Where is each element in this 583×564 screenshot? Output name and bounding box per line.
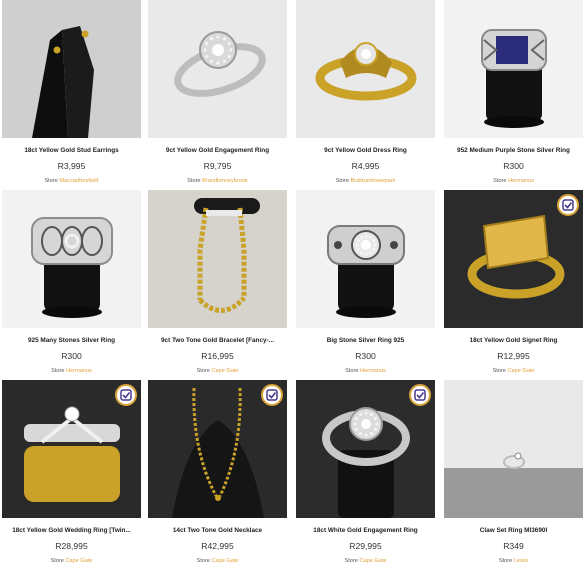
store-link[interactable]: Brandtonneybrook <box>202 178 248 184</box>
product-price: R349 <box>503 541 524 551</box>
product-card[interactable]: Claw Set Ring MI3690I R349 Store Lewis <box>444 380 583 564</box>
product-card[interactable]: 9ct Yellow Gold Engagement Ring R9,795 S… <box>148 0 287 184</box>
store-link[interactable]: Cape Gate <box>211 558 238 564</box>
store-link[interactable]: Hermanus <box>508 178 534 184</box>
product-price: R42,995 <box>201 541 234 551</box>
engagement-ring-icon <box>148 0 287 138</box>
product-price: R12,995 <box>497 351 530 361</box>
product-price: R29,995 <box>349 541 382 551</box>
product-store: Store Hermanus <box>296 368 435 374</box>
product-store: Store Cape Gate <box>148 368 287 374</box>
product-store: Store Brandtonneybrook <box>148 178 287 184</box>
store-link[interactable]: Cape Gate <box>65 558 92 564</box>
store-label: Store <box>493 178 509 184</box>
claw-set-ring-icon <box>444 380 583 518</box>
product-price: R16,995 <box>201 351 234 361</box>
product-title[interactable]: 18ct Yellow Gold Signet Ring <box>444 337 583 344</box>
product-title[interactable]: 9ct Yellow Gold Engagement Ring <box>148 147 287 154</box>
product-image[interactable] <box>444 0 583 138</box>
product-image[interactable] <box>444 380 583 518</box>
product-price: R9,795 <box>203 161 232 171</box>
store-link[interactable]: Hermanus <box>66 368 92 374</box>
store-link[interactable]: Cape Gate <box>507 368 534 374</box>
product-image[interactable] <box>148 190 287 328</box>
product-store: Store Lewis <box>444 558 583 564</box>
product-store: Store Cape Gate <box>296 558 435 564</box>
store-label: Store <box>196 558 212 564</box>
product-image[interactable] <box>2 0 141 138</box>
product-card[interactable]: 925 Many Stones Silver Ring R300 Store H… <box>2 190 141 374</box>
product-image[interactable] <box>148 0 287 138</box>
product-title[interactable]: 9ct Two Tone Gold Bracelet [Fancy-... <box>148 337 287 344</box>
store-label: Store <box>187 178 203 184</box>
product-image[interactable] <box>444 190 583 328</box>
product-card[interactable]: 9ct Two Tone Gold Bracelet [Fancy-... R1… <box>148 190 287 374</box>
product-image[interactable] <box>296 0 435 138</box>
product-title[interactable]: 14ct Two Tone Gold Necklace <box>148 527 287 534</box>
store-label: Store <box>498 558 514 564</box>
product-card[interactable]: 18ct Yellow Gold Wedding Ring [Twin... R… <box>2 380 141 564</box>
product-image[interactable] <box>2 380 141 518</box>
store-label: Store <box>44 178 60 184</box>
product-card[interactable]: 9ct Yellow Gold Dress Ring R4,995 Store … <box>296 0 435 184</box>
store-label: Store <box>196 368 212 374</box>
product-grid: 18ct Yellow Gold Stud Earrings R3,995 St… <box>0 0 583 564</box>
bracelet-icon <box>148 190 287 328</box>
store-label: Store <box>51 368 67 374</box>
product-title[interactable]: 952 Medium Purple Stone Silver Ring <box>444 147 583 154</box>
product-price: R4,995 <box>351 161 380 171</box>
product-store: Store Cape Gate <box>444 368 583 374</box>
dress-ring-icon <box>296 0 435 138</box>
store-link[interactable]: Hermanus <box>360 368 386 374</box>
product-title[interactable]: 18ct Yellow Gold Wedding Ring [Twin... <box>2 527 141 534</box>
big-stone-ring-icon <box>296 190 435 328</box>
store-link[interactable]: Brakbanknewpark <box>351 178 396 184</box>
store-link[interactable]: Cape Gate <box>359 558 386 564</box>
product-store: Store Maccarthesfield <box>2 178 141 184</box>
product-price: R300 <box>61 351 82 361</box>
product-card[interactable]: 18ct White Gold Engagement Ring R29,995 … <box>296 380 435 564</box>
product-image[interactable] <box>2 190 141 328</box>
verified-badge-icon <box>115 384 137 406</box>
product-card[interactable]: Big Stone Silver Ring 925 R300 Store Her… <box>296 190 435 374</box>
stud-earrings-icon <box>2 0 141 138</box>
product-card[interactable]: 18ct Yellow Gold Signet Ring R12,995 Sto… <box>444 190 583 374</box>
product-price: R300 <box>503 161 524 171</box>
product-title[interactable]: 925 Many Stones Silver Ring <box>2 337 141 344</box>
store-link[interactable]: Lewis <box>514 558 528 564</box>
product-title[interactable]: 18ct White Gold Engagement Ring <box>296 527 435 534</box>
product-store: Store Cape Gate <box>2 558 141 564</box>
product-price: R28,995 <box>55 541 88 551</box>
purple-stone-ring-icon <box>444 0 583 138</box>
verified-badge-icon <box>261 384 283 406</box>
product-card[interactable]: 14ct Two Tone Gold Necklace R42,995 Stor… <box>148 380 287 564</box>
product-store: Store Brakbanknewpark <box>296 178 435 184</box>
product-store: Store Hermanus <box>2 368 141 374</box>
product-price: R3,995 <box>57 161 86 171</box>
store-label: Store <box>335 178 351 184</box>
silver-ring-icon <box>2 190 141 328</box>
store-link[interactable]: Cape Gate <box>211 368 238 374</box>
product-title[interactable]: Big Stone Silver Ring 925 <box>296 337 435 344</box>
verified-badge-icon <box>409 384 431 406</box>
store-label: Store <box>50 558 66 564</box>
product-title[interactable]: Claw Set Ring MI3690I <box>444 527 583 534</box>
product-store: Store Cape Gate <box>148 558 287 564</box>
store-label: Store <box>344 558 360 564</box>
product-image[interactable] <box>296 380 435 518</box>
product-price: R300 <box>355 351 376 361</box>
product-title[interactable]: 9ct Yellow Gold Dress Ring <box>296 147 435 154</box>
verified-badge-icon <box>557 194 579 216</box>
product-title[interactable]: 18ct Yellow Gold Stud Earrings <box>2 147 141 154</box>
product-store: Store Hermanus <box>444 178 583 184</box>
product-card[interactable]: 18ct Yellow Gold Stud Earrings R3,995 St… <box>2 0 141 184</box>
store-label: Store <box>492 368 508 374</box>
product-image[interactable] <box>148 380 287 518</box>
product-image[interactable] <box>296 190 435 328</box>
product-card[interactable]: 952 Medium Purple Stone Silver Ring R300… <box>444 0 583 184</box>
store-label: Store <box>345 368 361 374</box>
store-link[interactable]: Maccarthesfield <box>59 178 98 184</box>
